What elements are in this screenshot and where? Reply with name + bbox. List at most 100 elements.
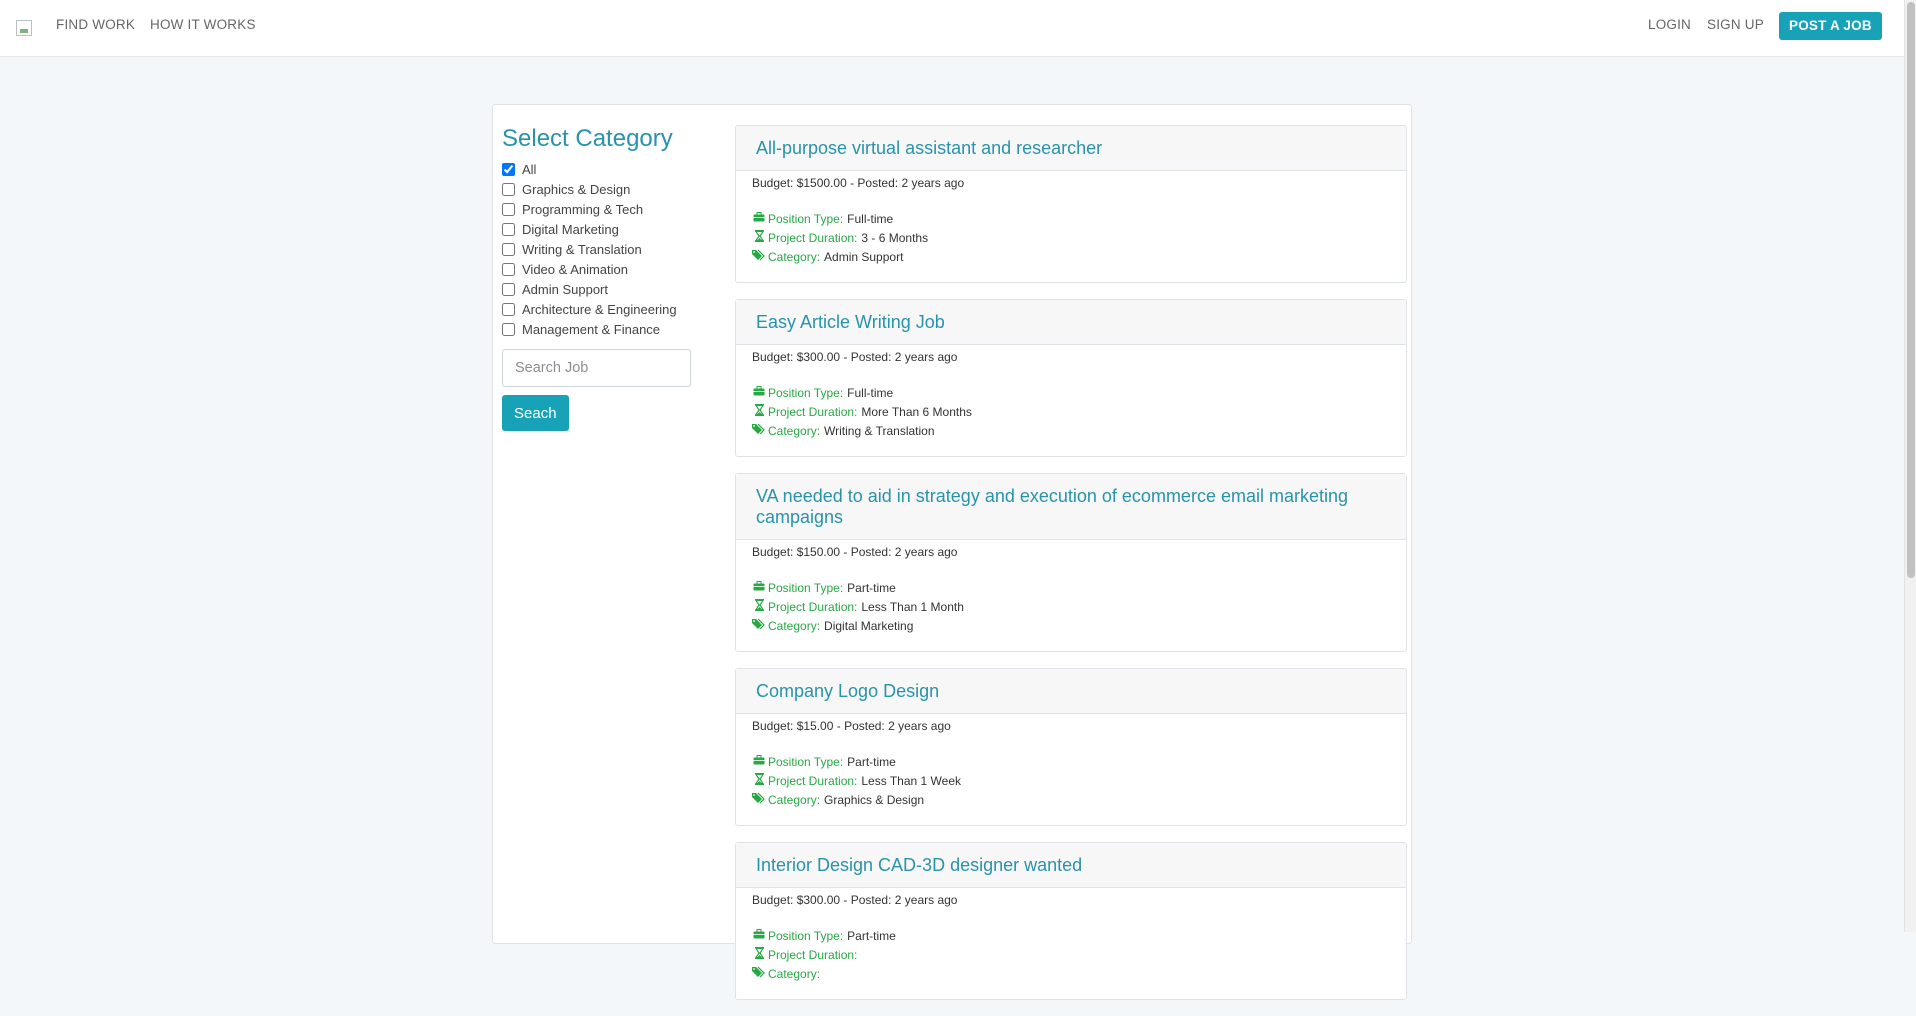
category-list: All Graphics & Design Programming & Tech Di… xyxy=(502,159,702,339)
job-position-type-label: Position Type: xyxy=(768,754,844,769)
page-scrollbar[interactable] xyxy=(1904,0,1916,932)
job-card-header: Interior Design CAD-3D designer wanted xyxy=(736,843,1406,888)
job-budget-posted: Budget: $15.00 - Posted: 2 years ago xyxy=(752,719,951,733)
job-project-duration-value: 3 - 6 Months xyxy=(861,230,929,245)
category-option[interactable]: All xyxy=(502,159,702,179)
hourglass-icon xyxy=(752,947,766,962)
job-card-body: Budget: $1500.00 - Posted: 2 years ago Po… xyxy=(736,171,1406,282)
category-option[interactable]: Graphics & Design xyxy=(502,179,702,199)
job-card-header: Company Logo Design xyxy=(736,669,1406,714)
job-project-duration-label: Project Duration: xyxy=(768,773,858,788)
job-title-link[interactable]: All-purpose virtual assistant and resear… xyxy=(756,138,1386,159)
nav-how-it-works[interactable]: HOW IT WORKS xyxy=(150,17,256,32)
category-checkbox[interactable] xyxy=(502,282,515,296)
category-checkbox[interactable] xyxy=(502,322,515,336)
job-position-type-row: Position Type: Part-time xyxy=(752,752,1390,771)
briefcase-icon xyxy=(752,212,766,225)
job-position-type-label: Position Type: xyxy=(768,580,844,595)
job-title-link[interactable]: VA needed to aid in strategy and executi… xyxy=(756,486,1386,528)
job-title-link[interactable]: Easy Article Writing Job xyxy=(756,312,1386,333)
briefcase-icon xyxy=(752,929,766,942)
category-option[interactable]: Architecture & Engineering xyxy=(502,299,702,319)
job-budget-posted: Budget: $150.00 - Posted: 2 years ago xyxy=(752,545,958,559)
job-card: Interior Design CAD-3D designer wanted Bu… xyxy=(735,842,1407,1000)
job-project-duration-label: Project Duration: xyxy=(768,599,858,614)
job-position-type-label: Position Type: xyxy=(768,928,844,943)
hourglass-icon xyxy=(752,404,766,419)
job-category-label: Category: xyxy=(768,249,821,264)
job-position-type-label: Position Type: xyxy=(768,211,844,226)
job-category-row: Category: xyxy=(752,964,1390,983)
tags-icon xyxy=(752,792,766,807)
category-option[interactable]: Programming & Tech xyxy=(502,199,702,219)
job-card: Company Logo Design Budget: $15.00 - Post… xyxy=(735,668,1407,826)
category-label: Architecture & Engineering xyxy=(522,301,677,317)
nav-sign-up[interactable]: SIGN UP xyxy=(1707,17,1764,32)
job-project-duration-value: Less Than 1 Month xyxy=(861,599,964,614)
post-job-button[interactable]: POST A JOB xyxy=(1779,12,1882,40)
job-card-header: All-purpose virtual assistant and resear… xyxy=(736,126,1406,171)
search-button[interactable]: Seach xyxy=(502,395,569,431)
category-option[interactable]: Video & Animation xyxy=(502,259,702,279)
sidebar-title: Select Category xyxy=(502,125,673,152)
job-card-body: Budget: $300.00 - Posted: 2 years ago Pos… xyxy=(736,345,1406,456)
category-label: Programming & Tech xyxy=(522,201,644,217)
category-label: Writing & Translation xyxy=(522,241,642,257)
category-option[interactable]: Digital Marketing xyxy=(502,219,702,239)
job-category-row: Category: Graphics & Design xyxy=(752,790,1390,809)
hourglass-icon xyxy=(752,599,766,614)
nav-find-work[interactable]: FIND WORK xyxy=(56,17,135,32)
job-card: All-purpose virtual assistant and resear… xyxy=(735,125,1407,283)
job-project-duration-label: Project Duration: xyxy=(768,404,858,419)
job-position-type-value: Full-time xyxy=(847,211,894,226)
job-position-type-value: Full-time xyxy=(847,385,894,400)
category-label: Video & Animation xyxy=(522,261,628,277)
scrollbar-thumb[interactable] xyxy=(1907,2,1915,578)
job-category-value: Admin Support xyxy=(824,249,904,264)
job-position-type-row: Position Type: Full-time xyxy=(752,383,1390,402)
search-job-input[interactable] xyxy=(502,349,691,387)
tags-icon xyxy=(752,966,766,981)
category-label: Management & Finance xyxy=(522,321,661,337)
job-category-value: Digital Marketing xyxy=(824,618,914,633)
job-project-duration-row: Project Duration: 3 - 6 Months xyxy=(752,228,1390,247)
logo-image[interactable] xyxy=(16,20,32,36)
category-option[interactable]: Writing & Translation xyxy=(502,239,702,259)
category-checkbox[interactable] xyxy=(502,242,515,256)
job-category-label: Category: xyxy=(768,792,821,807)
job-project-duration-value: More Than 6 Months xyxy=(861,404,972,419)
job-card-body: Budget: $15.00 - Posted: 2 years ago Posi… xyxy=(736,714,1406,825)
category-checkbox[interactable] xyxy=(502,222,515,236)
category-checkbox[interactable] xyxy=(502,182,515,196)
job-project-duration-row: Project Duration: xyxy=(752,945,1390,964)
job-category-row: Category: Digital Marketing xyxy=(752,616,1390,635)
category-label: Digital Marketing xyxy=(522,221,619,237)
job-card-body: Budget: $150.00 - Posted: 2 years ago Pos… xyxy=(736,540,1406,651)
job-project-duration-row: Project Duration: Less Than 1 Month xyxy=(752,597,1390,616)
category-checkbox[interactable] xyxy=(502,262,515,276)
category-checkbox[interactable] xyxy=(502,162,515,176)
category-checkbox[interactable] xyxy=(502,202,515,216)
job-title-link[interactable]: Company Logo Design xyxy=(756,681,1386,702)
briefcase-icon xyxy=(752,755,766,768)
job-position-type-label: Position Type: xyxy=(768,385,844,400)
job-project-duration-label: Project Duration: xyxy=(768,947,858,962)
nav-login[interactable]: LOGIN xyxy=(1648,17,1691,32)
job-project-duration-value: Less Than 1 Week xyxy=(861,773,961,788)
category-label: Admin Support xyxy=(522,281,608,297)
job-card: Easy Article Writing Job Budget: $300.00 … xyxy=(735,299,1407,457)
job-position-type-row: Position Type: Part-time xyxy=(752,578,1390,597)
briefcase-icon xyxy=(752,386,766,399)
job-title-link[interactable]: Interior Design CAD-3D designer wanted xyxy=(756,855,1386,876)
job-category-row: Category: Admin Support xyxy=(752,247,1390,266)
job-category-value: Graphics & Design xyxy=(824,792,925,807)
job-card-body: Budget: $300.00 - Posted: 2 years ago Pos… xyxy=(736,888,1406,999)
category-option[interactable]: Admin Support xyxy=(502,279,702,299)
tags-icon xyxy=(752,423,766,438)
job-position-type-value: Part-time xyxy=(847,580,896,595)
tags-icon xyxy=(752,249,766,264)
category-checkbox[interactable] xyxy=(502,302,515,316)
category-option[interactable]: Management & Finance xyxy=(502,319,702,339)
job-budget-posted: Budget: $1500.00 - Posted: 2 years ago xyxy=(752,176,965,190)
job-category-label: Category: xyxy=(768,423,821,438)
